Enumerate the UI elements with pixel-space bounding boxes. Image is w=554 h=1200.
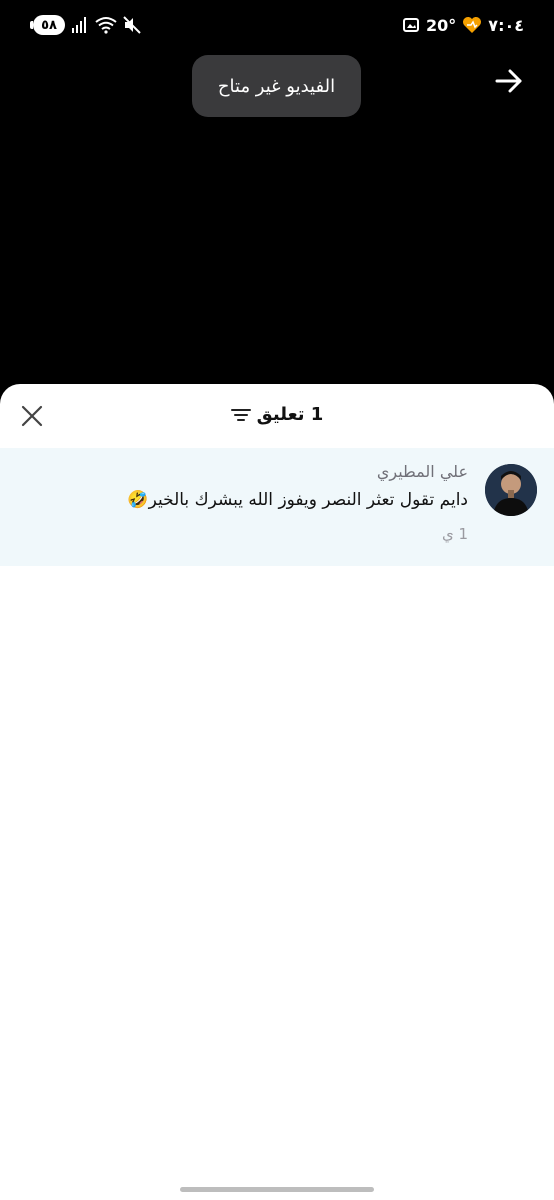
comments-sheet: 1 تعليق علي المطيري دايم تقول تعثر النصر… <box>0 384 554 1200</box>
status-bar: ٥٨ 20° ٧:٠٤ <box>0 0 554 52</box>
video-player[interactable]: الفيديو غير متاح <box>0 52 554 388</box>
avatar[interactable] <box>485 464 537 516</box>
sort-icon[interactable] <box>230 407 251 423</box>
arrow-right-icon[interactable] <box>494 66 524 96</box>
toast-text: الفيديو غير متاح <box>217 75 336 97</box>
video-unavailable-toast: الفيديو غير متاح <box>192 55 361 117</box>
comment-text: دايم تقول تعثر النصر ويفوز الله يبشرك با… <box>127 490 468 510</box>
home-indicator[interactable] <box>180 1187 374 1192</box>
clock: ٧:٠٤ <box>488 15 524 35</box>
wifi-icon <box>95 16 117 34</box>
battery-level: ٥٨ <box>41 17 57 33</box>
temperature: 20° <box>426 15 457 35</box>
comments-count: 1 <box>310 404 324 425</box>
comment-time: 1 ي <box>441 525 468 543</box>
comments-title: 1 تعليق <box>0 404 554 425</box>
comment-body: علي المطيري دايم تقول تعثر النصر ويفوز ا… <box>20 462 468 543</box>
battery-icon: ٥٨ <box>30 15 65 35</box>
status-left: ٥٨ <box>30 13 141 37</box>
comments-title-label: تعليق <box>256 404 305 425</box>
gallery-icon <box>402 16 420 34</box>
comment-author[interactable]: علي المطيري <box>20 462 468 481</box>
heart-app-icon <box>462 16 482 34</box>
comment-item[interactable]: علي المطيري دايم تقول تعثر النصر ويفوز ا… <box>0 448 554 566</box>
status-right: 20° ٧:٠٤ <box>402 13 524 37</box>
comments-count-label: 1 تعليق <box>257 404 324 425</box>
signal-icon <box>71 16 89 34</box>
mute-icon <box>123 16 141 34</box>
comments-header: 1 تعليق <box>0 384 554 448</box>
